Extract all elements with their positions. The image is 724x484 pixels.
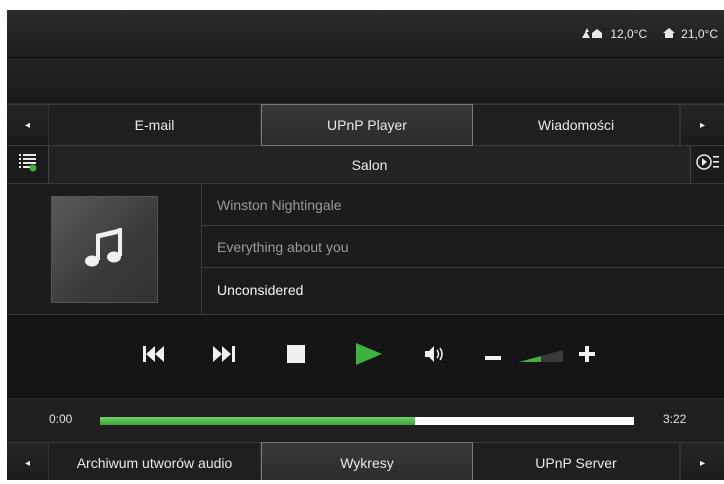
volume-down-button[interactable] bbox=[481, 341, 505, 371]
track-details: Winston Nightingale Everything about you… bbox=[201, 184, 724, 314]
progress-fill bbox=[100, 417, 416, 425]
zone-row: Salon bbox=[7, 146, 724, 184]
volume-level-wedge bbox=[519, 350, 563, 362]
previous-track-icon bbox=[143, 345, 165, 367]
bottom-tab-bar: ◂ Archiwum utworów audio Wykresy UPnP Se… bbox=[7, 442, 724, 480]
playlist-icon bbox=[18, 152, 38, 177]
next-track-icon bbox=[213, 345, 235, 367]
previous-track-button[interactable] bbox=[139, 341, 169, 371]
tab-wykresy[interactable]: Wykresy bbox=[261, 442, 473, 480]
home-temperature-icon bbox=[663, 27, 676, 41]
bottom-tabs-scroll-right-button[interactable]: ▸ bbox=[680, 443, 724, 480]
track-title: Unconsidered bbox=[217, 282, 304, 298]
volume-icon bbox=[425, 345, 447, 367]
tab-email[interactable]: E-mail bbox=[49, 105, 261, 145]
header-strip bbox=[7, 58, 724, 104]
tab-upnp-player[interactable]: UPnP Player bbox=[261, 104, 473, 146]
playlist-button[interactable] bbox=[7, 146, 49, 183]
tab-upnp-server[interactable]: UPnP Server bbox=[473, 443, 680, 480]
progress-bar[interactable] bbox=[100, 417, 634, 425]
tab-wiadomosci[interactable]: Wiadomości bbox=[473, 105, 680, 145]
minus-icon bbox=[485, 347, 501, 365]
tabs-scroll-left-button[interactable]: ◂ bbox=[7, 105, 49, 145]
play-queue-button[interactable] bbox=[690, 146, 724, 183]
tab-archiwum[interactable]: Archiwum utworów audio bbox=[49, 443, 261, 480]
status-bar: 12,0°C 21,0°C bbox=[7, 10, 724, 58]
album-cover bbox=[51, 196, 158, 303]
tabs-scroll-right-button[interactable]: ▸ bbox=[680, 105, 724, 145]
volume-up-button[interactable] bbox=[575, 341, 599, 371]
zone-name: Salon bbox=[351, 156, 388, 173]
track-duration: 3:22 bbox=[663, 412, 687, 426]
play-button[interactable] bbox=[352, 341, 386, 371]
upnp-player-screen: 12,0°C 21,0°C ◂ E-mail UPnP Player Wiado… bbox=[7, 10, 724, 480]
track-album: Everything about you bbox=[202, 226, 724, 268]
stop-icon bbox=[287, 344, 305, 368]
outdoor-temperature-icon bbox=[582, 27, 604, 41]
volume-level-indicator[interactable] bbox=[517, 341, 565, 371]
progress-row: 0:00 3:22 bbox=[7, 398, 724, 442]
music-note-icon bbox=[82, 224, 128, 275]
mute-button[interactable] bbox=[421, 341, 451, 371]
indoor-temperature: 21,0°C bbox=[681, 27, 718, 41]
play-queue-icon bbox=[695, 153, 720, 176]
playback-controls bbox=[7, 314, 724, 398]
track-artist: Winston Nightingale bbox=[202, 184, 724, 226]
play-icon bbox=[356, 342, 382, 370]
bottom-tabs-scroll-left-button[interactable]: ◂ bbox=[7, 443, 49, 480]
top-tab-bar: ◂ E-mail UPnP Player Wiadomości ▸ bbox=[7, 104, 724, 146]
outdoor-temperature: 12,0°C bbox=[610, 27, 648, 41]
elapsed-time: 0:00 bbox=[49, 412, 73, 426]
next-track-button[interactable] bbox=[209, 341, 239, 371]
weather-readout: 12,0°C 21,0°C bbox=[582, 27, 718, 41]
stop-button[interactable] bbox=[281, 341, 311, 371]
plus-icon bbox=[579, 345, 595, 367]
now-playing-panel: Winston Nightingale Everything about you… bbox=[7, 184, 724, 314]
